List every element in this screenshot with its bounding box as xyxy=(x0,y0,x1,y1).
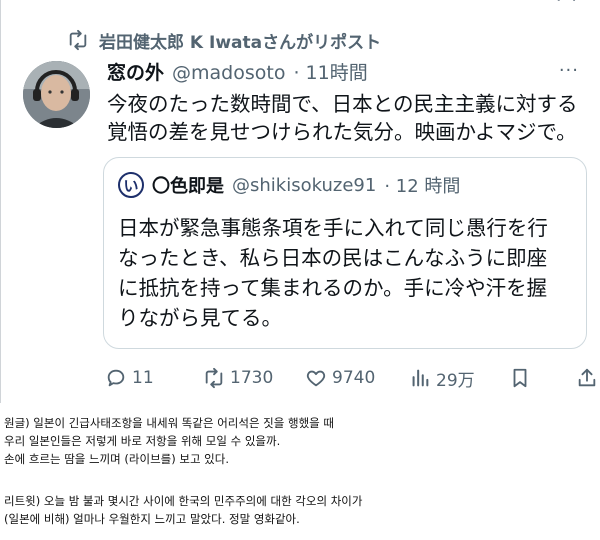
share-icon xyxy=(578,368,596,387)
handle[interactable]: @madosoto xyxy=(172,62,285,84)
quote-header: い 〇色即是 @shikisokuze91 · 12 時間 xyxy=(118,172,460,198)
avatar[interactable] xyxy=(23,61,90,128)
quote-handle: @shikisokuze91 xyxy=(232,174,377,196)
reply-count: 11 xyxy=(132,368,154,388)
views-button[interactable]: 29万 xyxy=(409,366,475,391)
like-icon xyxy=(306,370,326,387)
caption-original: 원글) 일본이 긴급사태조항을 내세워 똑같은 어리석은 짓을 행했을 때 우리… xyxy=(4,414,594,468)
quote-text-line: に抵抗を持って集まれるのか。手に冷や汗を握 xyxy=(118,276,548,300)
quoted-tweet[interactable]: い 〇色即是 @shikisokuze91 · 12 時間 日本が緊急事態条項を… xyxy=(103,157,587,349)
bookmark-icon xyxy=(513,368,527,388)
action-bar: 11 1730 9740 29万 xyxy=(105,364,598,392)
views-count: 29万 xyxy=(436,370,475,391)
like-button[interactable]: 9740 xyxy=(305,367,375,389)
quote-timestamp: · 12 時間 xyxy=(384,176,461,197)
quote-text: 日本が緊急事態条項を手に入れて同じ愚行を行 なったとき、私ら日本の民はこんなふう… xyxy=(118,213,578,333)
share-button[interactable] xyxy=(576,367,598,389)
caption-retweet: 리트윗) 오늘 밤 불과 몇시간 사이에 한국의 민주주의에 대한 각오의 차이… xyxy=(4,492,594,528)
display-name[interactable]: 窓の外 xyxy=(107,58,164,85)
top-ellipsis: · · xyxy=(555,0,579,11)
caption-line: 원글) 일본이 긴급사태조항을 내세워 똑같은 어리석은 짓을 행했을 때 xyxy=(4,416,334,430)
repost-indicator: 岩田健太郎 K Iwataさんがリポスト xyxy=(67,28,382,53)
more-icon[interactable]: ··· xyxy=(559,60,579,81)
quote-text-line: なったとき、私ら日本の民はこんなふうに即座 xyxy=(118,246,548,270)
repost-icon xyxy=(205,367,223,389)
repost-button[interactable]: 1730 xyxy=(203,367,273,389)
tweet-text-line: 今夜のたった数時間で、日本との民主主義に対する xyxy=(107,92,578,116)
tweet-card[interactable]: · · 岩田健太郎 K Iwataさんがリポスト 窓の外 @madosoto ·… xyxy=(0,0,600,403)
quote-display-name: 〇色即是 xyxy=(152,176,224,197)
reply-button[interactable]: 11 xyxy=(105,367,154,389)
quote-avatar: い xyxy=(118,172,144,198)
bookmark-button[interactable] xyxy=(509,367,531,389)
reply-icon xyxy=(107,369,125,387)
repost-label: 岩田健太郎 K Iwataさんがリポスト xyxy=(99,32,382,53)
tweet-header: 窓の外 @madosoto · 11時間 xyxy=(107,58,368,86)
quote-text-line: 日本が緊急事態条項を手に入れて同じ愚行を行 xyxy=(118,216,548,240)
caption-line: (일본에 비해) 얼마나 우월한지 느끼고 말았다. 정말 영화같아. xyxy=(4,512,300,526)
quote-text-line: りながら見てる。 xyxy=(118,306,282,330)
repost-count: 1730 xyxy=(230,368,274,388)
timestamp[interactable]: · 11時間 xyxy=(293,58,367,85)
tweet-text: 今夜のたった数時間で、日本との民主主義に対する 覚悟の差を見せつけられた気分。映… xyxy=(107,90,587,146)
like-count: 9740 xyxy=(332,368,376,388)
repost-icon xyxy=(69,29,87,51)
caption-line: 리트윗) 오늘 밤 불과 몇시간 사이에 한국의 민주주의에 대한 각오의 차이… xyxy=(4,494,363,508)
views-icon xyxy=(412,369,429,387)
tweet-text-line: 覚悟の差を見せつけられた気分。映画かよマジで。 xyxy=(107,120,577,144)
caption-line: 손에 흐르는 땀을 느끼며 (라이브를) 보고 있다. xyxy=(4,452,229,466)
caption-line: 우리 일본인들은 저렇게 바로 저항을 위해 모일 수 있을까. xyxy=(4,434,281,448)
